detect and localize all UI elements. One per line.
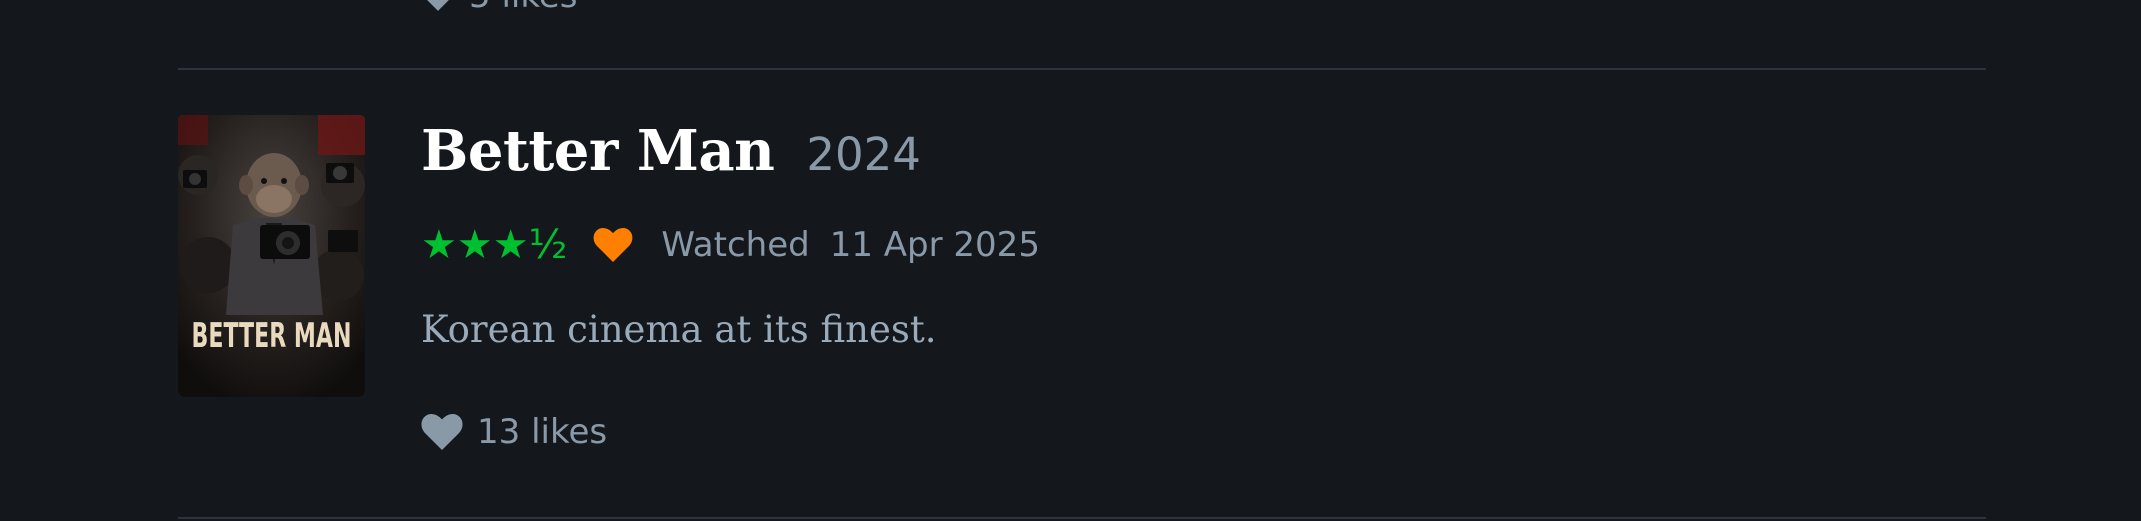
divider (178, 517, 1986, 519)
watched-label: Watched (661, 225, 810, 265)
diary-list: 5 likes (178, 0, 1986, 521)
previous-entry-likes[interactable]: 5 likes (421, 0, 577, 16)
heart-icon (427, 0, 449, 11)
film-poster[interactable]: BETTER MAN (178, 115, 365, 397)
film-header: Better Man 2024 (421, 118, 921, 184)
review-likes[interactable]: 13 likes (421, 412, 607, 452)
star-rating: ★★★½ (421, 222, 568, 268)
divider (178, 68, 1986, 70)
poster-title-text: BETTER MAN (192, 316, 352, 356)
entry-meta: ★★★½ Watched 11 Apr 2025 (421, 220, 1040, 270)
film-year[interactable]: 2024 (806, 128, 921, 181)
poster-image: BETTER MAN (178, 115, 365, 397)
likes-count-label: 13 likes (477, 412, 608, 452)
film-title[interactable]: Better Man (421, 118, 775, 184)
review-text[interactable]: Korean cinema at its finest. (421, 308, 937, 351)
liked-heart-icon (593, 228, 633, 262)
heart-icon[interactable] (421, 414, 463, 450)
watched-date[interactable]: 11 Apr 2025 (830, 225, 1040, 265)
previous-entry-likes-label: 5 likes (469, 0, 577, 16)
